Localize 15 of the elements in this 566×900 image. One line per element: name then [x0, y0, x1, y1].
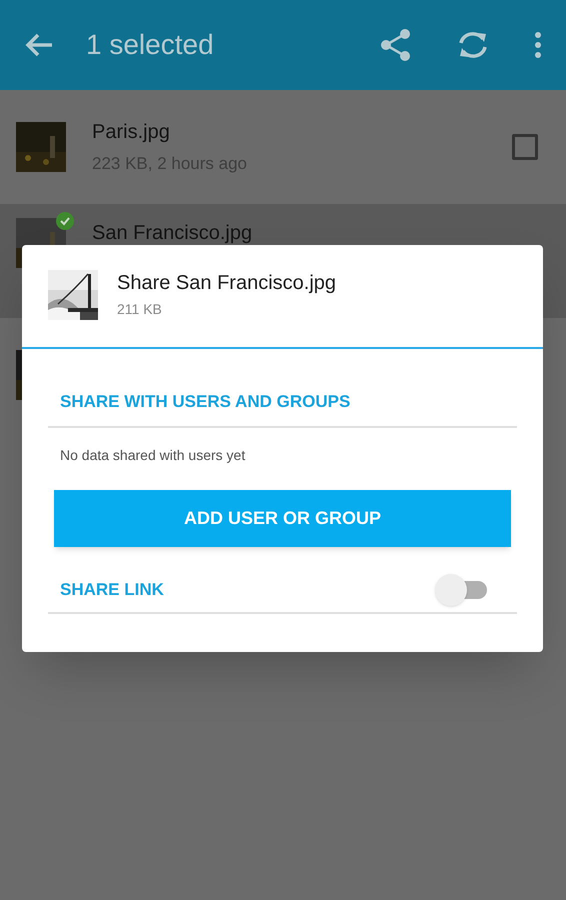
share-link-label: SHARE LINK: [60, 579, 164, 602]
selection-count: 1 selected: [86, 28, 214, 62]
empty-note: No data shared with users yet: [60, 447, 246, 463]
check-icon: [56, 212, 74, 230]
dialog-title: Share San Francisco.jpg: [117, 270, 336, 294]
back-icon[interactable]: [24, 32, 54, 58]
file-name: San Francisco.jpg: [92, 221, 254, 246]
checkbox[interactable]: [512, 134, 538, 160]
file-size: 211 KB: [117, 300, 163, 318]
add-user-button[interactable]: ADD USER OR GROUP: [54, 490, 511, 547]
share-link-toggle[interactable]: [435, 574, 489, 606]
section-heading: SHARE WITH USERS AND GROUPS: [60, 392, 350, 411]
more-icon[interactable]: [534, 31, 542, 59]
file-name: Paris.jpg: [92, 120, 171, 146]
share-icon[interactable]: [380, 28, 412, 62]
